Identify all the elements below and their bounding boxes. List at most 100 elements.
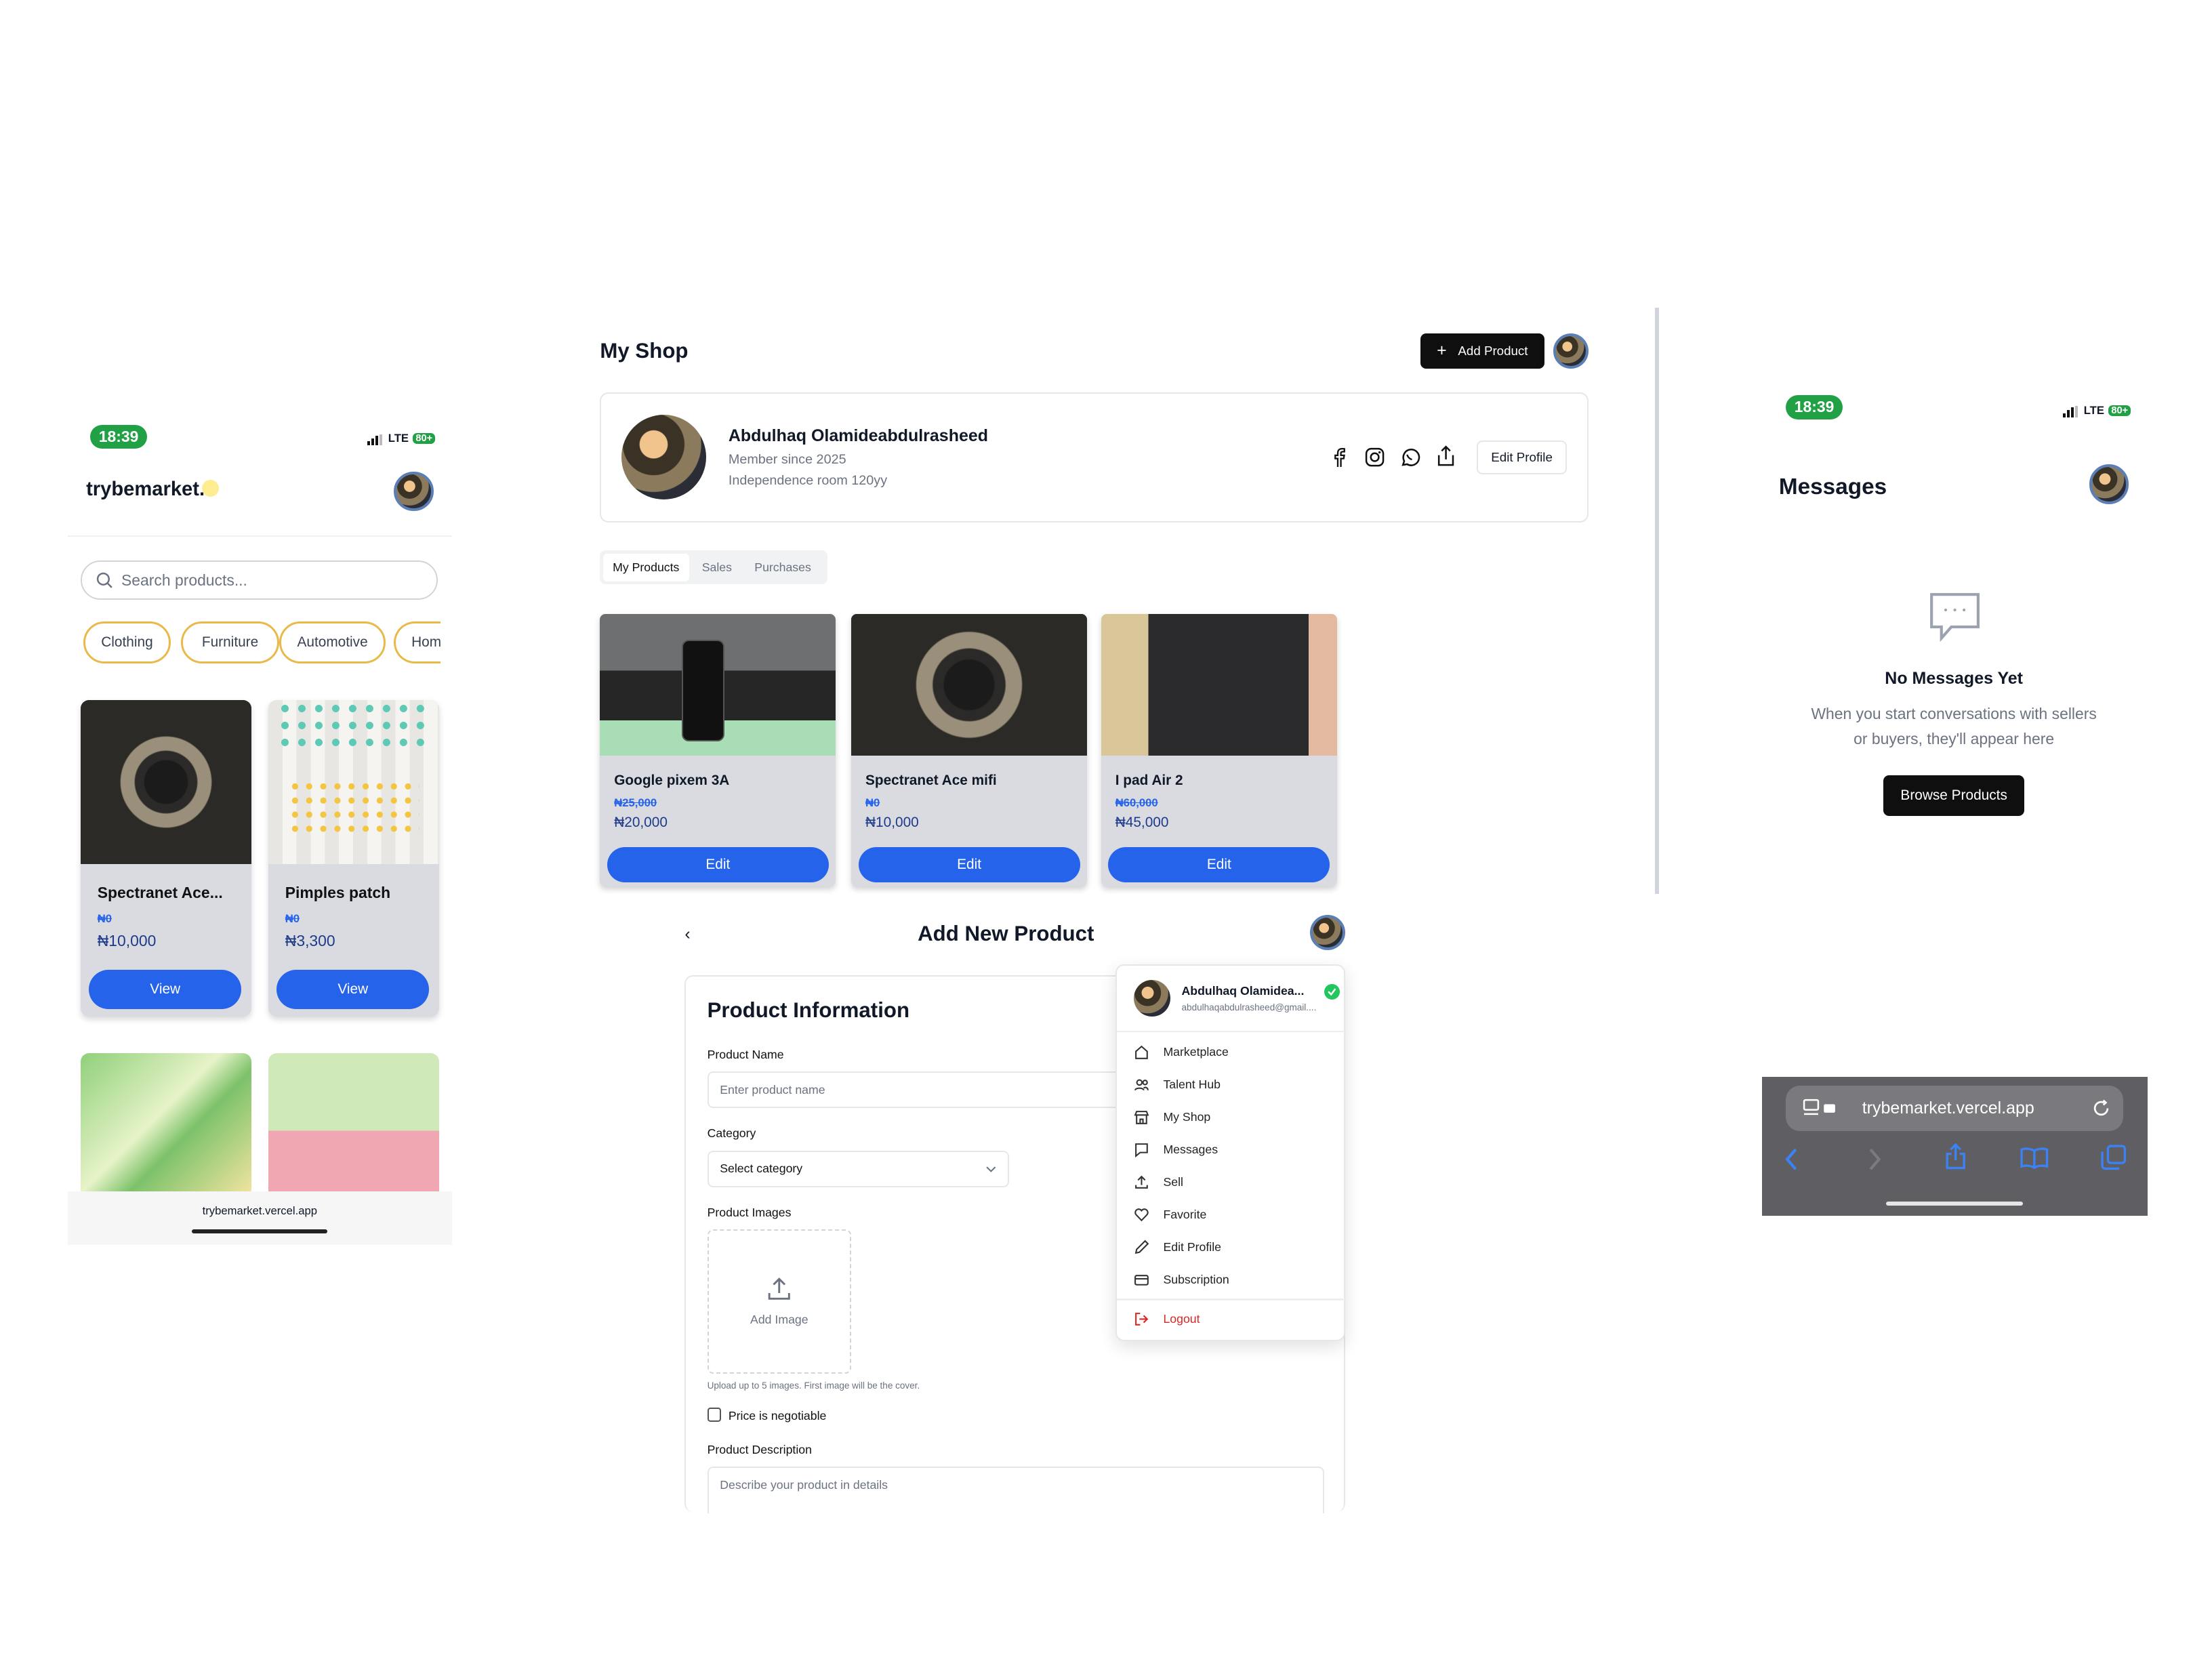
empty-text-line-2: or buyers, they'll appear here [1853,730,2055,747]
avatar[interactable] [1553,333,1589,369]
menu-item-edit-profile[interactable]: Edit Profile [1117,1231,1347,1263]
share-icon[interactable] [1434,445,1456,467]
add-image-dropzone[interactable]: Add Image [707,1229,852,1374]
back-chevron-icon[interactable]: ‹ [684,924,690,944]
marketplace-phone: 18:39 LTE 80+ trybemarket. Search produc… [67,412,452,1246]
chevron-down-icon [986,1166,996,1172]
avatar[interactable] [394,471,434,512]
menu-item-marketplace[interactable]: Marketplace [1117,1036,1347,1069]
shop-product-card[interactable]: Google pixem 3A ₦25,000 ₦20,000 Edit [600,614,836,887]
menu-item-talent-hub[interactable]: Talent Hub [1117,1069,1347,1101]
menu-item-label: Talent Hub [1163,1078,1221,1092]
product-old-price: ₦0 [285,912,300,925]
menu-user-email: abdulhaqabdulrasheed@gmail.... [1181,1002,1317,1012]
negotiable-checkbox[interactable] [707,1407,722,1422]
url-text: trybemarket.vercel.app [1862,1098,2034,1118]
category-chip[interactable]: Furniture [180,621,280,664]
category-value: Select category [720,1162,803,1176]
signal-icon [367,432,384,446]
add-product-button[interactable]: + Add Product [1420,333,1544,369]
browser-bar: trybemarket.vercel.app [67,1191,452,1246]
product-image [80,700,251,864]
menu-item-label: Sell [1163,1175,1183,1189]
card-icon [1134,1274,1149,1286]
bookmarks-icon[interactable] [2020,1147,2049,1169]
divider [1116,1030,1347,1032]
add-product-label: Add Product [1458,343,1528,358]
forward-icon[interactable] [1868,1148,1882,1170]
product-card[interactable]: Spectranet Ace... ₦0 ₦10,000 View [80,700,251,1017]
chat-bubble-icon [1929,592,1981,649]
description-textarea[interactable]: Describe your product in details [707,1467,1324,1514]
negotiable-label: Price is negotiable [728,1408,827,1422]
back-icon[interactable] [1784,1148,1799,1170]
pencil-icon [1134,1240,1149,1254]
network-label: LTE [388,432,409,445]
product-card[interactable] [80,1053,251,1195]
view-button[interactable]: View [89,970,242,1010]
share-icon[interactable] [1944,1143,1967,1170]
avatar[interactable] [2089,464,2129,504]
search-input[interactable]: Search products... [80,560,438,600]
scrollbar[interactable] [1654,308,1659,894]
tab-my-products[interactable]: My Products [602,553,689,582]
description-label: Product Description [707,1442,812,1456]
product-price: ₦10,000 [97,931,157,949]
product-card[interactable] [268,1053,439,1195]
messages-title: Messages [1778,474,1887,499]
verified-icon [1324,983,1340,1000]
avatar[interactable] [1310,914,1346,950]
shop-tabs: My Products Sales Purchases [600,550,827,585]
status-indicators: LTE 80+ [2062,404,2131,417]
browse-products-button[interactable]: Browse Products [1883,775,2025,817]
screenshot-collage: 18:39 LTE 80+ trybemarket. Search produc… [0,0,2212,1659]
facebook-icon[interactable] [1328,446,1351,468]
add-product-title: Add New Product [918,922,1094,946]
empty-title: No Messages Yet [1885,669,2023,689]
category-chip[interactable]: Hom [394,621,441,664]
category-chip[interactable]: Clothing [83,621,171,664]
edit-button[interactable]: Edit [1108,846,1330,882]
tabs-icon[interactable] [2101,1145,2126,1170]
menu-item-messages[interactable]: Messages [1117,1134,1347,1166]
instagram-icon[interactable] [1364,446,1386,468]
profile-location: Independence room 120yy [728,472,888,488]
category-select[interactable]: Select category [707,1150,1010,1187]
edit-button[interactable]: Edit [607,846,829,882]
brand-logo[interactable]: trybemarket. [86,478,205,501]
product-price: ₦10,000 [865,815,919,830]
menu-item-sell[interactable]: Sell [1117,1166,1347,1199]
battery-icon: 80+ [413,433,436,445]
empty-text-line-1: When you start conversations with seller… [1811,704,2097,722]
tab-sales[interactable]: Sales [692,554,741,582]
shop-product-card[interactable]: I pad Air 2 ₦60,000 ₦45,000 Edit [1101,614,1337,887]
menu-avatar [1133,979,1170,1017]
status-time: 18:39 [1786,395,1843,419]
divider [1116,1298,1347,1300]
url-text[interactable]: trybemarket.vercel.app [68,1204,452,1218]
category-label: Category [707,1126,756,1141]
product-card[interactable]: Pimples patch ₦0 ₦3,300 View [268,700,439,1017]
logout-button[interactable]: Logout [1117,1303,1200,1336]
product-image [268,700,439,864]
reload-icon[interactable] [2092,1099,2110,1118]
upload-icon [768,1277,790,1300]
view-button[interactable]: View [276,970,430,1010]
shop-product-card[interactable]: Spectranet Ace mifi ₦0 ₦10,000 Edit [851,614,1088,887]
product-title: I pad Air 2 [1115,772,1183,788]
add-image-label: Add Image [750,1313,808,1327]
profile-name: Abdulhaq Olamideabdulrasheed [728,426,989,446]
store-icon [1134,1111,1149,1125]
divider [67,535,452,537]
menu-item-subscription[interactable]: Subscription [1117,1263,1347,1296]
menu-item-my-shop[interactable]: My Shop [1117,1101,1347,1134]
edit-profile-button[interactable]: Edit Profile [1476,440,1568,474]
menu-item-favorite[interactable]: Favorite [1117,1199,1347,1231]
product-title: Pimples patch [285,884,391,902]
edit-button[interactable]: Edit [858,846,1080,882]
tab-purchases[interactable]: Purchases [745,554,821,582]
category-chip[interactable]: Automotive [279,621,386,664]
heart-icon [1134,1208,1149,1222]
address-bar[interactable]: trybemarket.vercel.app [1786,1085,2124,1131]
whatsapp-icon[interactable] [1399,446,1421,468]
